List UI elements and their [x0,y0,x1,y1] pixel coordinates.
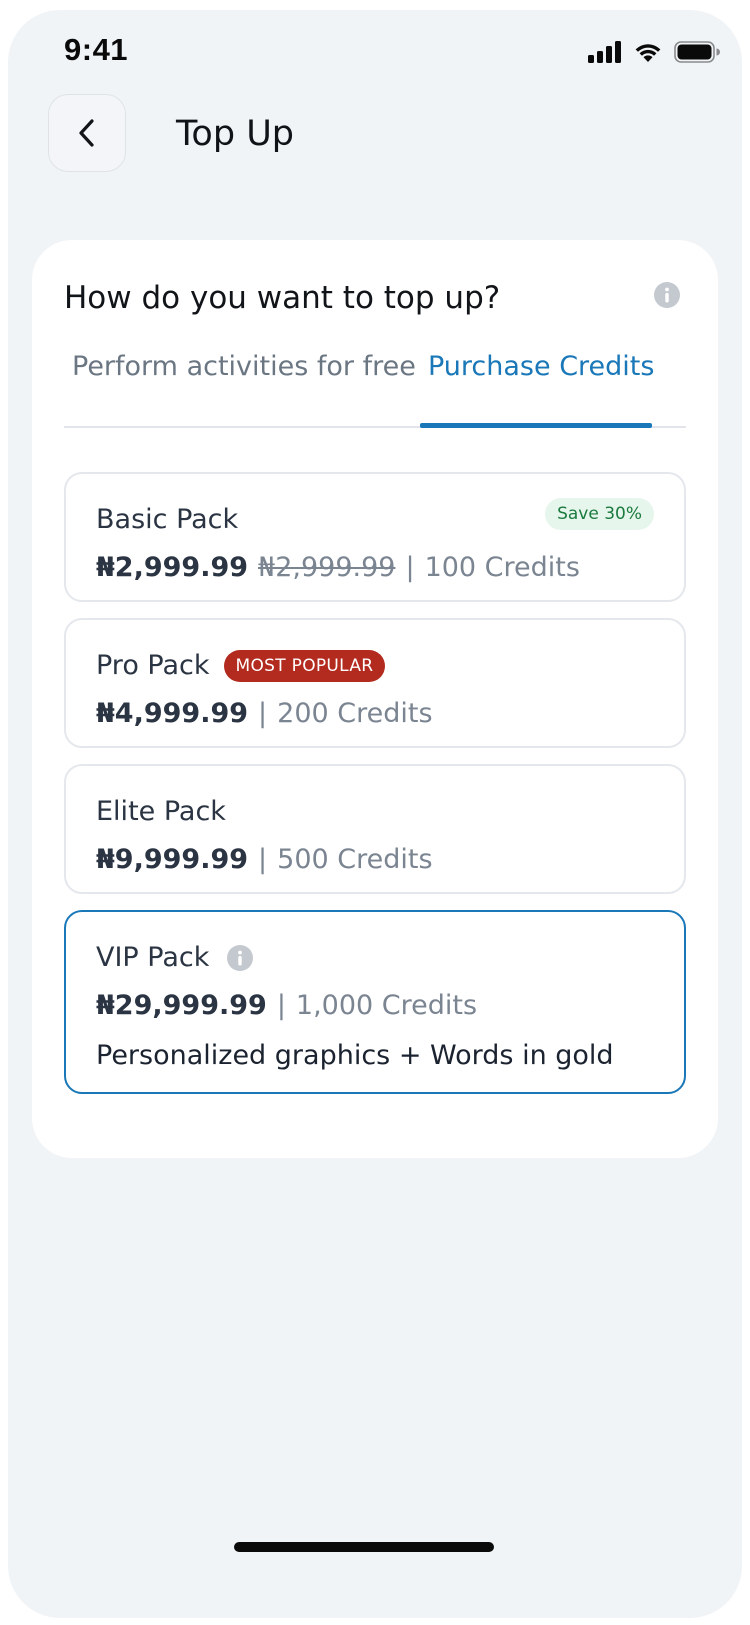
most-popular-badge: MOST POPULAR [223,650,386,682]
price-separator: | [405,552,415,583]
page-title: Top Up [176,114,295,154]
pack-name-row: VIP Pack [96,938,254,978]
pack-elite[interactable]: Elite Pack ₦9,999.99 | 500 Credits [64,764,686,894]
pack-credits: 1,000 Credits [295,990,478,1021]
info-icon[interactable] [654,282,680,308]
top-up-card: How do you want to top up? Perform activ… [32,240,718,1158]
chevron-left-icon [79,119,94,147]
tab-purchase-credits[interactable]: Purchase Credits [428,350,654,384]
pack-name: Elite Pack [96,796,226,827]
pack-description: Personalized graphics + Words in gold [96,1040,614,1071]
pack-credits: 100 Credits [424,552,580,583]
pack-old-price: ₦2,999.99 [258,552,396,583]
pack-name: Basic Pack [96,504,239,535]
pack-name-row: Pro Pack MOST POPULAR [96,646,386,686]
pack-vip[interactable]: VIP Pack ₦29,999.99 | 1,000 Credits Pers… [64,910,686,1094]
info-icon[interactable] [227,945,254,971]
pack-price-row: ₦4,999.99 | 200 Credits [96,694,433,734]
price-separator: | [258,844,268,875]
active-tab-indicator [420,423,652,428]
pack-price: ₦4,999.99 [96,698,249,729]
pack-pro[interactable]: Pro Pack MOST POPULAR ₦4,999.99 | 200 Cr… [64,618,686,748]
pack-name-row: Elite Pack [96,792,226,832]
price-separator: | [258,698,268,729]
price-separator: | [276,990,286,1021]
pack-price: ₦29,999.99 [96,990,267,1021]
pack-price-row: ₦29,999.99 | 1,000 Credits [96,986,477,1026]
top-up-question: How do you want to top up? [64,280,501,316]
pack-price: ₦9,999.99 [96,844,249,875]
status-icons [588,37,720,67]
status-time: 9:41 [64,32,129,67]
pack-price-row: ₦9,999.99 | 500 Credits [96,840,433,880]
tab-perform-activities[interactable]: Perform activities for free [72,350,416,384]
battery-icon [674,41,720,63]
pack-price-row: ₦2,999.99 ₦2,999.99 | 100 Credits [96,548,580,588]
save-badge: Save 30% [545,498,654,530]
home-indicator [234,1542,494,1552]
top-up-tabs: Perform activities for free Purchase Cre… [64,338,686,428]
pack-name: VIP Pack [96,942,210,973]
pack-price: ₦2,999.99 [96,552,249,583]
phone-screen: 9:41 Top Up How do you want to top up? P… [8,10,742,1618]
back-button[interactable] [48,94,126,172]
wifi-icon [635,44,661,62]
pack-name: Pro Pack [96,650,210,681]
pack-credits: 500 Credits [277,844,433,875]
pack-name-row: Basic Pack [96,500,238,540]
pack-basic[interactable]: Basic Pack Save 30% ₦2,999.99 ₦2,999.99 … [64,472,686,602]
cellular-signal-icon [588,41,621,63]
pack-credits: 200 Credits [277,698,433,729]
